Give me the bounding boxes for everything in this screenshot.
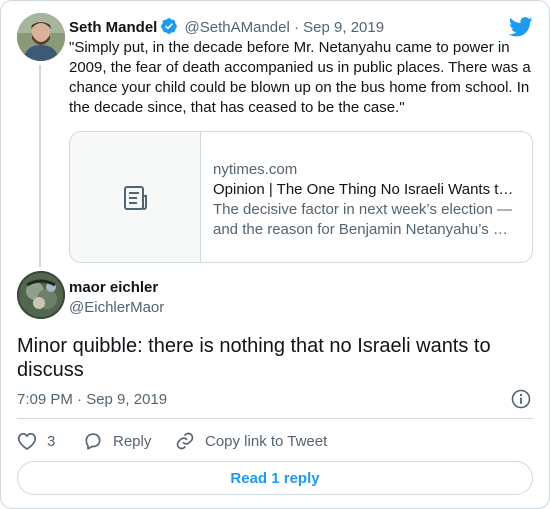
- parent-tweet-header: Seth Mandel @SethAMandel · Sep 9, 2019: [69, 17, 384, 39]
- link-description-line-1: The decisive factor in next week’s elect…: [213, 201, 513, 218]
- reply-tweet-text: Minor quibble: there is nothing that no …: [17, 335, 491, 381]
- read-replies-button[interactable]: Read 1 reply: [17, 461, 533, 495]
- link-domain: nytimes.com: [213, 161, 298, 178]
- separator-dot: ·: [294, 19, 299, 36]
- avatar[interactable]: [17, 13, 65, 61]
- like-button[interactable]: 3: [17, 429, 55, 453]
- copy-link-label: Copy link to Tweet: [205, 432, 328, 450]
- copy-link-button[interactable]: Copy link to Tweet: [175, 429, 327, 453]
- reply-label: Reply: [113, 432, 152, 450]
- link-description-line-2: and the reason for Benjamin Netanyahu’s …: [213, 221, 508, 238]
- reply-author-name[interactable]: maor eichler: [69, 279, 158, 296]
- thread-connector-line: [39, 65, 41, 267]
- reply-button[interactable]: Reply: [83, 429, 151, 453]
- tweet-embed-card: Seth Mandel @SethAMandel · Sep 9, 2019 "…: [0, 0, 550, 509]
- author-handle[interactable]: @SethAMandel: [185, 19, 290, 36]
- divider: [17, 418, 533, 419]
- link-thumbnail: [70, 132, 201, 262]
- link-preview-card[interactable]: nytimes.com Opinion | The One Thing No I…: [69, 131, 533, 263]
- info-icon[interactable]: [511, 389, 531, 414]
- author-name[interactable]: Seth Mandel: [69, 19, 157, 36]
- parent-tweet-text: "Simply put, in the decade before Mr. Ne…: [69, 39, 531, 116]
- article-icon: [124, 186, 147, 210]
- tweet-date[interactable]: Sep 9, 2019: [303, 19, 384, 36]
- reply-bubble-icon: [85, 433, 101, 450]
- verified-badge-icon: [160, 17, 178, 39]
- heart-icon: [17, 432, 37, 450]
- like-count: 3: [47, 432, 56, 450]
- reply-author-handle[interactable]: @EichlerMaor: [69, 299, 164, 316]
- link-icon: [176, 432, 194, 450]
- reply-avatar[interactable]: [17, 271, 65, 319]
- link-card-body: nytimes.com Opinion | The One Thing No I…: [213, 160, 519, 240]
- link-title: Opinion | The One Thing No Israeli Wants…: [213, 181, 514, 198]
- reply-timestamp[interactable]: 7:09 PM · Sep 9, 2019: [17, 391, 167, 408]
